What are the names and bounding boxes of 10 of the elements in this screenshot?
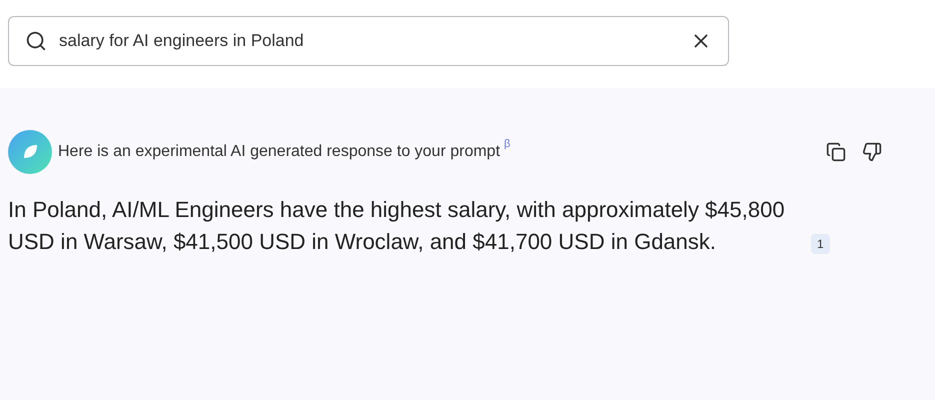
leaf-icon	[21, 143, 39, 161]
beta-label: β	[504, 137, 510, 152]
search-icon	[25, 30, 47, 52]
citation-link[interactable]: 1	[811, 234, 830, 254]
search-input[interactable]: salary for AI engineers in Poland	[59, 28, 678, 54]
search-field[interactable]: salary for AI engineers in Poland	[8, 16, 729, 66]
thumbs-down-icon[interactable]	[862, 142, 882, 162]
answer-text: In Poland, AI/ML Engineers have the highest salary, with approximately $45,800 USD in Warsaw, $41,500 USD in Wroclaw, and $41,700 USD in Gdansk.	[8, 196, 786, 256]
response-header: Here is an experimental AI generated response to your prompt	[58, 142, 500, 162]
copy-icon[interactable]	[826, 142, 846, 162]
